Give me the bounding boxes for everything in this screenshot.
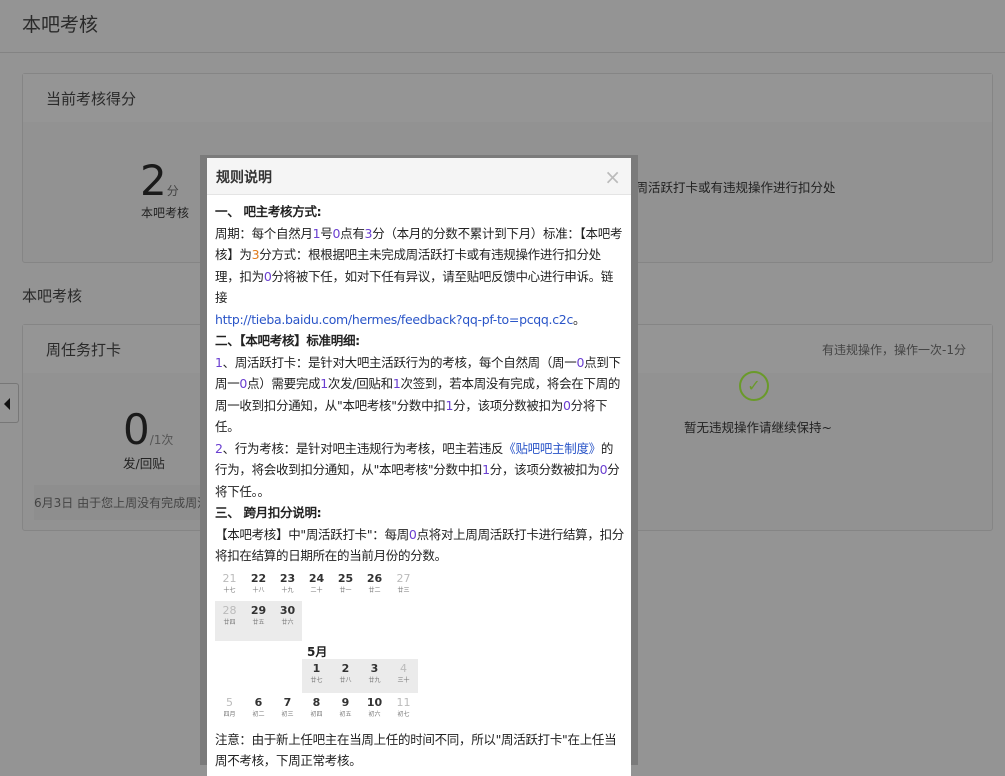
calendar-day: 27 廿三 — [396, 571, 411, 594]
modal-body: 一、 吧主考核方式: 周期：每个自然月1号0点有3分（本月的分数不累计到下月）标… — [207, 195, 631, 776]
score-value: 2分 — [140, 156, 179, 205]
page-title: 本吧考核 — [22, 14, 99, 36]
calendar-month-label: 5月 — [307, 644, 328, 659]
calendar-day: 9 初五 — [339, 695, 352, 718]
no-violation-text: 暂无违规操作请继续保持~ — [684, 420, 832, 435]
calendar-day: 23 十九 — [279, 571, 296, 594]
section-2-title: 二、【本吧考核】标准明细: — [215, 333, 360, 348]
calendar-week: 1 廿七 2 廿八 3 廿九 4 三十 — [215, 658, 419, 693]
calendar-day: 21 十七 — [222, 571, 237, 594]
calendar-day: 30 廿六 — [273, 600, 302, 641]
calendar-day: 5 四月 — [223, 695, 236, 718]
section-1-text: 周期：每个自然月1号0点有3分（本月的分数不累计到下月）标准：【本吧考核】为3分… — [215, 225, 623, 327]
calendar-day: 1 廿七 — [302, 658, 331, 693]
calendar-day: 2 廿八 — [331, 658, 360, 693]
calendar-day: 3 廿九 — [360, 658, 389, 693]
post-count-label: 发/回贴 — [123, 456, 165, 471]
calendar-day: 11 初七 — [396, 695, 411, 718]
calendar-day: 29 廿五 — [244, 600, 273, 641]
score-card-title: 当前考核得分 — [23, 74, 992, 122]
score-description: 或周活跃打卡或有违规操作进行扣分处 — [623, 180, 836, 195]
section-2-item-1: 1、周活跃打卡：是针对大吧主活跃行为的考核，每个自然周（周一0点到下周一0点）需… — [215, 354, 621, 435]
rules-modal: 规则说明 × 一、 吧主考核方式: 周期：每个自然月1号0点有3分（本月的分数不… — [207, 158, 631, 776]
post-count: 0/1次 — [123, 405, 174, 454]
section-3-title: 三、 跨月扣分说明: — [215, 505, 322, 520]
violation-hint: 有违规操作，操作一次-1分 — [822, 343, 966, 357]
calendar-day: 22 十八 — [250, 571, 267, 594]
calendar-week: 28 廿四 29 廿五 30 廿六 — [215, 600, 419, 641]
modal-title: 规则说明 — [207, 158, 631, 195]
section-1-title: 一、 吧主考核方式: — [215, 204, 322, 219]
calendar-day: 26 廿二 — [366, 571, 383, 594]
calendar-day: 6 初二 — [252, 695, 265, 718]
collapse-arrow-button[interactable] — [0, 383, 19, 423]
score-label: 本吧考核 — [141, 206, 190, 220]
calendar-day: 7 初三 — [281, 695, 294, 718]
note-text: 注意：由于新上任吧主在当周上任的时间不同，所以"周活跃打卡"在上任当周不考核，下… — [215, 731, 617, 769]
close-icon[interactable]: × — [604, 165, 621, 189]
check-circle-icon: ✓ — [739, 371, 769, 401]
section-3-text: 【本吧考核】中"周活跃打卡"：每周0点将对上周周活跃打卡进行结算，扣分将扣在结算… — [215, 526, 624, 564]
calendar-day: 10 初六 — [366, 695, 383, 718]
calendar-day: 28 廿四 — [215, 600, 244, 641]
calendar-day: 8 初四 — [310, 695, 323, 718]
calendar-week: 5 四月 6 初二 7 初三 8 初四 9 初五 10 初六 11 初七 — [215, 693, 419, 725]
calendar-week: 21 十七 22 十八 23 十九 24 二十 25 廿一 26 廿二 27 廿三 — [215, 569, 419, 601]
calendar-image: 21 十七 22 十八 23 十九 24 二十 25 廿一 26 廿二 27 廿三 28 廿四 29 廿五 30 廿六… — [215, 569, 419, 725]
section-title: 本吧考核 — [22, 287, 83, 305]
header-divider — [0, 52, 1005, 53]
rules-link[interactable]: 《贴吧吧主制度》 — [503, 441, 601, 456]
section-2-item-2: 2、行为考核：是针对吧主违规行为考核，吧主若违反《贴吧吧主制度》的行为，将会收到… — [215, 440, 620, 499]
weekly-notice: 6月3日 由于您上周没有完成周活 — [34, 485, 224, 520]
calendar-day: 4 三十 — [389, 658, 418, 693]
calendar-day: 25 廿一 — [337, 571, 354, 594]
feedback-link[interactable]: http://tieba.baidu.com/hermes/feedback?q… — [215, 312, 573, 327]
calendar-day: 24 二十 — [308, 571, 325, 594]
